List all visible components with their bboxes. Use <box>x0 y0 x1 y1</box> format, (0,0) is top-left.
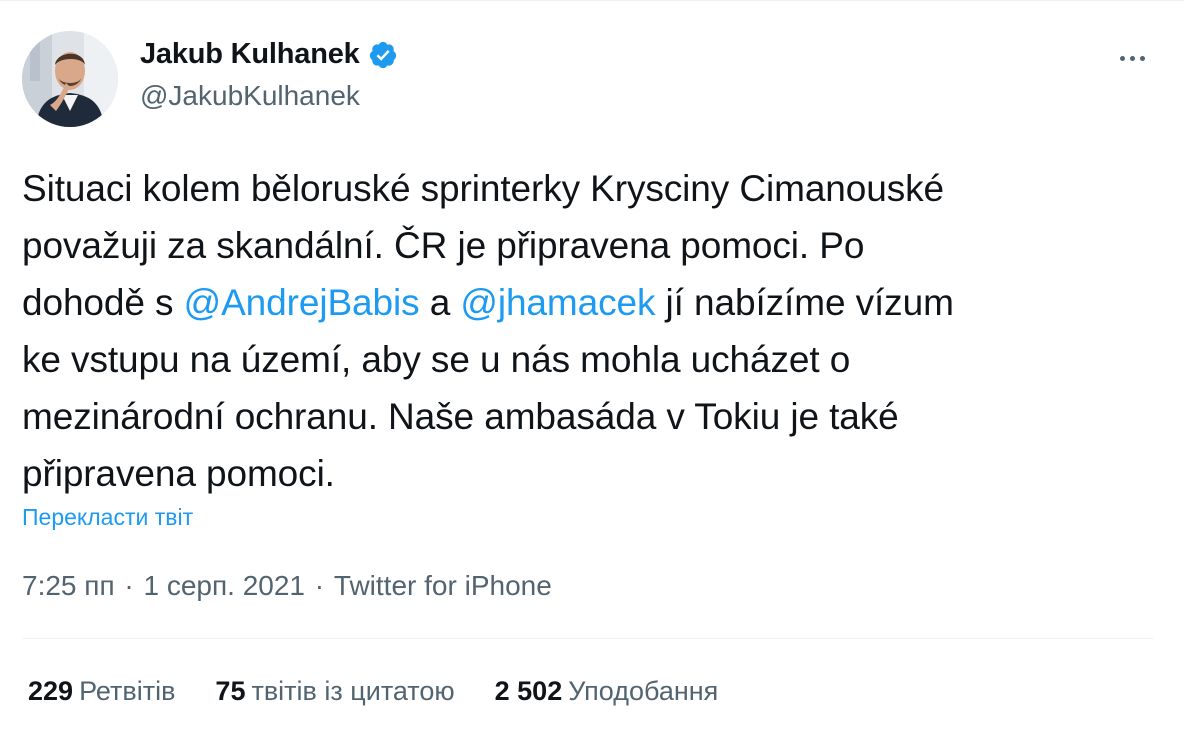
author-handle[interactable]: @JakubKulhanek <box>140 80 360 112</box>
avatar[interactable] <box>22 31 118 127</box>
more-options-button[interactable] <box>1108 38 1156 78</box>
tweet-line: Situaci kolem běloruské sprinterky Krysc… <box>22 168 945 209</box>
retweets-label: Ретвітів <box>79 676 176 706</box>
more-dot <box>1139 55 1145 61</box>
quotes-count: 75 <box>215 676 246 706</box>
quotes-label: твітів із цитатою <box>251 676 455 706</box>
tweet-text-fragment: dohodě s <box>22 282 184 323</box>
translate-tweet-link[interactable]: Перекласти твіт <box>22 504 193 531</box>
tweet-line: ke vstupu na území, aby se u nás mohla u… <box>22 339 851 380</box>
mention-link-andrejbabis[interactable]: @AndrejBabis <box>184 282 420 323</box>
likes-stat[interactable]: 2 502 Уподобання <box>495 676 719 707</box>
retweets-count: 229 <box>28 676 74 706</box>
top-divider <box>0 0 1184 1</box>
tweet-text-fragment: a <box>419 282 461 323</box>
more-dot <box>1129 55 1135 61</box>
quote-tweets-stat[interactable]: 75 твітів із цитатою <box>215 676 454 707</box>
tweet-time[interactable]: 7:25 пп <box>22 570 115 601</box>
tweet-card: Jakub Kulhanek @JakubKulhanek Situaci ko… <box>0 0 1184 740</box>
tweet-line: připravena pomoci. <box>22 453 335 494</box>
tweet-text: Situaci kolem běloruské sprinterky Krysc… <box>22 160 1162 502</box>
meta-separator: · <box>124 570 134 601</box>
more-horizontal-icon <box>1119 55 1125 61</box>
author-display-name[interactable]: Jakub Kulhanek <box>140 38 360 71</box>
engagement-stats: 229 Ретвітів 75 твітів із цитатою 2 502 Упо… <box>28 676 758 707</box>
verified-badge-icon <box>368 40 398 70</box>
tweet-date[interactable]: 1 серп. 2021 <box>144 570 306 601</box>
likes-count: 2 502 <box>494 676 563 706</box>
profile-photo <box>22 31 118 127</box>
tweet-line: mezinárodní ochranu. Naše ambasáda v Tok… <box>22 396 899 437</box>
likes-label: Уподобання <box>568 676 719 706</box>
author-name-row[interactable]: Jakub Kulhanek <box>140 38 398 71</box>
meta-separator: · <box>314 570 325 601</box>
tweet-text-fragment: jí nabízíme vízum <box>655 282 954 323</box>
tweet-line: považuji za skandální. ČR je připravena … <box>22 225 865 266</box>
tweet-line: dohodě s @AndrejBabis a @jhamacek jí nab… <box>22 274 1162 331</box>
retweets-stat[interactable]: 229 Ретвітів <box>28 676 175 707</box>
tweet-source[interactable]: Twitter for iPhone <box>334 570 552 601</box>
stats-divider <box>22 638 1154 639</box>
mention-link-jhamacek[interactable]: @jhamacek <box>460 282 655 323</box>
tweet-metadata: 7:25 пп · 1 серп. 2021 · Twitter for iPh… <box>22 570 552 602</box>
